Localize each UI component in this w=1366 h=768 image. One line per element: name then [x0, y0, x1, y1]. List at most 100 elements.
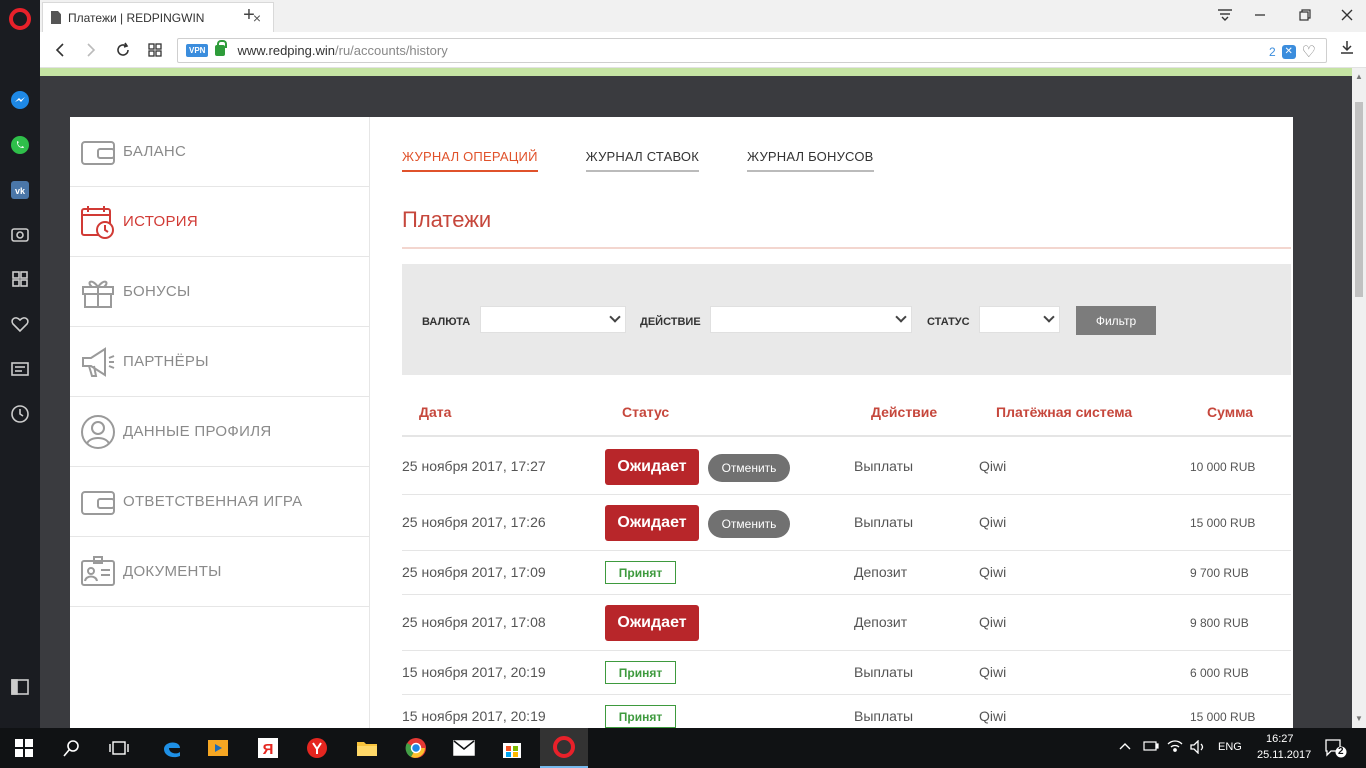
- tabs-overview-icon[interactable]: [144, 39, 166, 61]
- url-field[interactable]: VPN www.redping.win/ru/accounts/history …: [177, 38, 1327, 63]
- windows-start-icon[interactable]: [12, 736, 36, 760]
- forward-button[interactable]: [80, 39, 102, 61]
- menu-item-bonuses[interactable]: БОНУСЫ: [70, 257, 369, 327]
- column-header-action: Действие: [871, 404, 938, 420]
- tab-title: Платежи | REDPINGWIN: [68, 10, 205, 25]
- scroll-up-arrow-icon[interactable]: ▲: [1355, 72, 1363, 81]
- calendar-clock-icon: [80, 204, 116, 240]
- adblock-count[interactable]: 2: [1269, 45, 1276, 59]
- table-row: 15 ноября 2017, 20:19 Принят Выплаты Qiw…: [402, 651, 1291, 695]
- row-payment-system: Qiwi: [979, 564, 1007, 580]
- row-date: 25 ноября 2017, 17:08: [402, 614, 546, 630]
- currency-select[interactable]: [480, 306, 626, 333]
- menu-label: БАЛАНС: [123, 143, 187, 160]
- camera-icon[interactable]: [10, 224, 30, 244]
- speed-dial-icon[interactable]: [10, 269, 30, 289]
- language-indicator[interactable]: ENG: [1218, 741, 1242, 753]
- minimize-button[interactable]: [1243, 4, 1277, 26]
- status-label: СТАТУС: [927, 316, 970, 328]
- cancel-button[interactable]: Отменить: [708, 510, 790, 538]
- opera-logo-icon[interactable]: [9, 8, 31, 30]
- row-action: Депозит: [854, 564, 908, 580]
- status-badge-pending: Ожидает: [605, 505, 699, 541]
- adblock-icon[interactable]: ✕: [1281, 45, 1296, 59]
- journal-tabs: ЖУРНАЛ ОПЕРАЦИЙ ЖУРНАЛ СТАВОК ЖУРНАЛ БОН…: [402, 149, 874, 172]
- filter-panel: ВАЛЮТА ДЕЙСТВИЕ СТАТУС Фильтр: [402, 264, 1291, 375]
- menu-item-partners[interactable]: ПАРТНЁРЫ: [70, 327, 369, 397]
- task-view-icon[interactable]: [107, 736, 131, 760]
- status-badge-pending: Ожидает: [605, 449, 699, 485]
- chevron-down-icon: [1043, 311, 1055, 323]
- yandex-icon[interactable]: Я: [256, 736, 280, 760]
- megaphone-icon: [80, 344, 116, 380]
- vpn-badge[interactable]: VPN: [186, 44, 209, 57]
- cancel-button[interactable]: Отменить: [708, 454, 790, 482]
- volume-icon[interactable]: [1190, 739, 1206, 757]
- document-icon: [51, 11, 61, 24]
- svg-text:vk: vk: [15, 186, 26, 196]
- table-row: 25 ноября 2017, 17:08 Ожидает Депозит Qi…: [402, 595, 1291, 651]
- messenger-icon[interactable]: [10, 90, 30, 110]
- history-clock-icon[interactable]: [10, 404, 30, 424]
- scroll-down-arrow-icon[interactable]: ▼: [1355, 714, 1363, 723]
- action-select[interactable]: [710, 306, 912, 333]
- mail-icon[interactable]: [452, 736, 476, 760]
- menu-item-responsible-gaming[interactable]: ОТВЕТСТВЕННАЯ ИГРА: [70, 467, 369, 537]
- tab-bets[interactable]: ЖУРНАЛ СТАВОК: [585, 149, 699, 172]
- whatsapp-icon[interactable]: [10, 135, 30, 155]
- table-header: Дата Статус Действие Платёжная система С…: [402, 395, 1291, 437]
- row-payment-system: Qiwi: [979, 614, 1007, 630]
- row-amount: 15 000 RUB: [1190, 516, 1256, 530]
- clock-date[interactable]: 25.11.2017: [1257, 749, 1311, 761]
- media-player-icon[interactable]: [206, 736, 230, 760]
- page-top-strip: [40, 68, 1352, 76]
- table-row: 25 ноября 2017, 17:26 Ожидает Отменить В…: [402, 495, 1291, 551]
- status-select[interactable]: [979, 306, 1060, 333]
- tab-bar: Платежи | REDPINGWIN × +: [40, 0, 1366, 32]
- page-scrollbar[interactable]: ▲ ▼: [1352, 68, 1366, 728]
- row-amount: 6 000 RUB: [1190, 666, 1249, 680]
- tray-chevron-icon[interactable]: [1119, 740, 1131, 755]
- news-icon[interactable]: [10, 359, 30, 379]
- action-label: ДЕЙСТВИЕ: [640, 316, 701, 328]
- lock-icon[interactable]: [215, 40, 228, 56]
- download-icon[interactable]: [1340, 40, 1354, 58]
- menu-item-documents[interactable]: ДОКУМЕНТЫ: [70, 537, 369, 607]
- battery-icon[interactable]: [1143, 740, 1159, 755]
- tab-menu-icon[interactable]: [1208, 4, 1242, 26]
- row-amount: 9 800 RUB: [1190, 616, 1249, 630]
- file-explorer-icon[interactable]: [355, 736, 379, 760]
- menu-item-profile[interactable]: ДАННЫЕ ПРОФИЛЯ: [70, 397, 369, 467]
- chrome-icon[interactable]: [404, 736, 428, 760]
- search-icon[interactable]: [60, 736, 84, 760]
- menu-item-balance[interactable]: БАЛАНС: [70, 117, 369, 187]
- notification-count: 2: [1338, 746, 1344, 757]
- scroll-thumb[interactable]: [1355, 102, 1363, 297]
- chevron-down-icon: [609, 311, 621, 323]
- edge-icon[interactable]: [160, 736, 184, 760]
- row-amount: 9 700 RUB: [1190, 566, 1249, 580]
- taskbar-opera-active[interactable]: [540, 728, 588, 768]
- yandex-browser-icon[interactable]: [305, 736, 329, 760]
- wifi-icon[interactable]: [1167, 739, 1183, 756]
- status-badge-pending: Ожидает: [605, 605, 699, 641]
- close-window-button[interactable]: [1330, 4, 1364, 26]
- restore-button[interactable]: [1288, 4, 1322, 26]
- menu-label: ДОКУМЕНТЫ: [123, 563, 222, 580]
- vk-icon[interactable]: vk: [10, 180, 30, 200]
- svg-text:Я: Я: [263, 741, 274, 758]
- bookmark-heart-icon[interactable]: ♡: [1302, 42, 1316, 62]
- back-button[interactable]: [49, 39, 71, 61]
- tab-bonuses[interactable]: ЖУРНАЛ БОНУСОВ: [746, 149, 874, 172]
- new-tab-button[interactable]: +: [238, 4, 260, 26]
- menu-label: ИСТОРИЯ: [123, 213, 198, 230]
- heart-icon[interactable]: [10, 314, 30, 334]
- filter-button[interactable]: Фильтр: [1076, 306, 1156, 335]
- menu-item-history[interactable]: ИСТОРИЯ: [70, 187, 369, 257]
- reload-button[interactable]: [112, 39, 134, 61]
- store-icon[interactable]: [500, 736, 524, 760]
- tab-operations[interactable]: ЖУРНАЛ ОПЕРАЦИЙ: [402, 149, 538, 172]
- sidebar-toggle-icon[interactable]: [10, 677, 30, 697]
- clock-time[interactable]: 16:27: [1266, 733, 1294, 745]
- id-card-icon: [80, 554, 116, 590]
